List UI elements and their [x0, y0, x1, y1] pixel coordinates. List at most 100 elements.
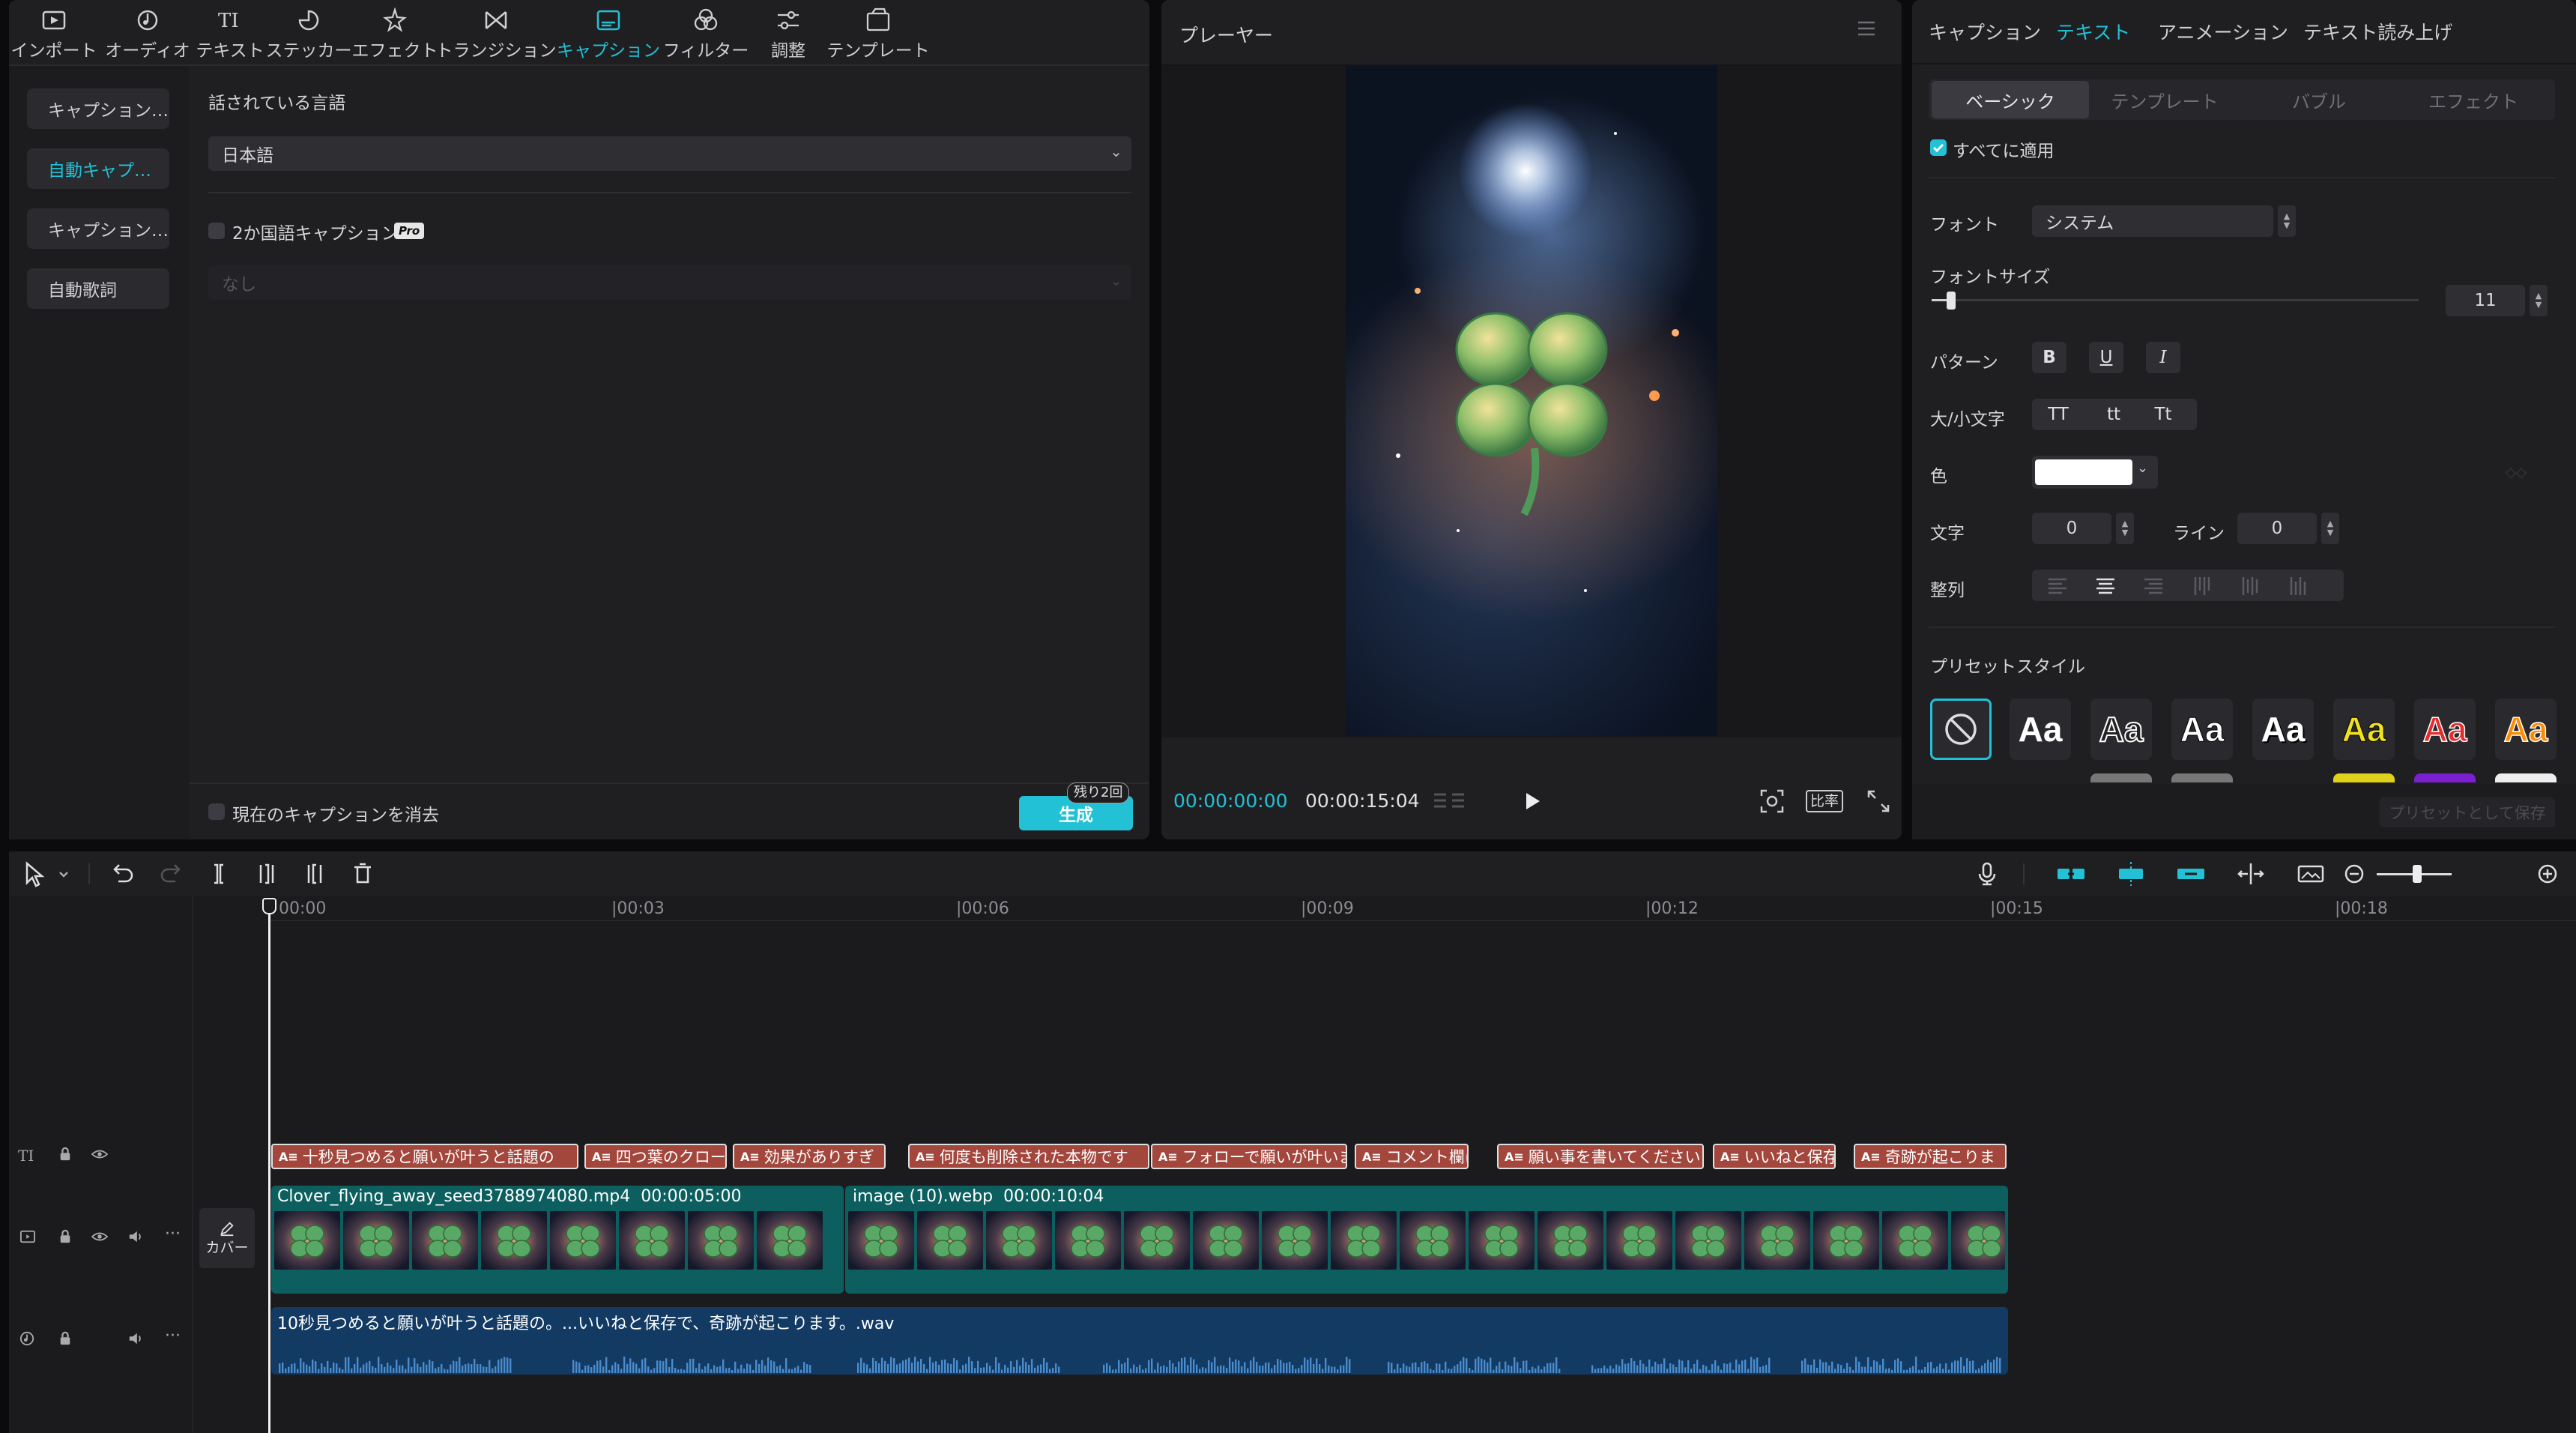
caption-clip[interactable]: A≡ いいねと保存で [1713, 1144, 1836, 1169]
tab-text[interactable]: テキスト [2056, 18, 2130, 45]
tab-text-to-speech[interactable]: テキスト読み上げ [2303, 18, 2452, 45]
toolbar-adjust-label: 調整 [771, 41, 805, 61]
caption-clip[interactable]: A≡ 効果がありすぎ [733, 1144, 886, 1169]
thumbnail-button[interactable] [2294, 856, 2327, 892]
font-size-input[interactable]: 11 [2446, 285, 2525, 316]
underline-button[interactable]: U [2089, 342, 2123, 373]
save-preset-button[interactable]: プリセットとして保存 [2380, 797, 2555, 827]
split-right-button[interactable] [298, 856, 331, 892]
lock-icon[interactable] [58, 1331, 72, 1346]
preset-style-6[interactable]: Aa [2414, 699, 2476, 760]
spoken-language-select[interactable]: 日本語 ⌄ [208, 136, 1131, 171]
lock-icon[interactable] [58, 1229, 72, 1244]
main-track-magnet-button[interactable] [2055, 856, 2087, 892]
toolbar-effect[interactable]: エフェクト [352, 0, 438, 64]
player-menu-icon[interactable] [1857, 19, 1876, 37]
zoom-in-button[interactable] [2534, 856, 2561, 892]
split-button[interactable] [202, 856, 235, 892]
char-spacing-stepper[interactable]: ▲ ▼ [2116, 513, 2134, 544]
visibility-icon[interactable] [91, 1148, 108, 1160]
apply-all-checkbox[interactable] [1930, 139, 1947, 156]
zoom-slider-knob[interactable] [2413, 865, 2422, 883]
clear-caption-checkbox[interactable] [208, 803, 225, 820]
titlecase-button[interactable]: Tt [2137, 399, 2189, 430]
undo-button[interactable] [106, 856, 139, 892]
subtab-template[interactable]: テンプレート [2086, 81, 2243, 118]
caption-clip[interactable]: A≡ 四つ葉のクロー [584, 1144, 727, 1169]
playhead-handle[interactable] [262, 898, 276, 914]
slider-knob[interactable] [1947, 292, 1956, 310]
delete-button[interactable] [346, 856, 379, 892]
submenu-item-auto-caption[interactable]: 自動キャプ… [27, 148, 169, 189]
toolbar-transition[interactable]: トランジション [436, 0, 557, 64]
font-select[interactable]: システム [2032, 205, 2273, 237]
video-preview[interactable] [1346, 66, 1717, 736]
zoom-out-button[interactable] [2341, 856, 2368, 892]
caption-clip[interactable]: A≡ 十秒見つめると願いが叶うと話題の [271, 1144, 578, 1169]
line-spacing-stepper[interactable]: ▲ ▼ [2321, 513, 2339, 544]
toolbar-sticker[interactable]: ステッカー [264, 0, 354, 64]
preset-style-5[interactable]: Aa [2333, 699, 2395, 760]
ratio-button[interactable]: 比率 [1806, 790, 1844, 812]
preset-style-1[interactable]: Aa [2010, 699, 2071, 760]
submenu-item-caption-2[interactable]: キャプション… [27, 208, 169, 249]
char-spacing-input[interactable]: 0 [2032, 513, 2111, 544]
zoom-slider[interactable] [2377, 865, 2452, 883]
toolbar-text[interactable]: TI テキスト [196, 0, 264, 64]
preset-none[interactable] [1930, 699, 1992, 760]
preview-axis-button[interactable] [2234, 856, 2267, 892]
playhead[interactable] [268, 899, 270, 1433]
subtab-effect[interactable]: エフェクト [2395, 81, 2552, 118]
tab-animation[interactable]: アニメーション [2158, 18, 2288, 45]
split-left-button[interactable] [250, 856, 283, 892]
toolbar-import[interactable]: インポート [9, 0, 99, 64]
caption-clip[interactable]: A≡ 奇跡が起こりま [1854, 1144, 2007, 1169]
toolbar-filter[interactable]: フィルター [661, 0, 751, 64]
preset-style-4[interactable]: Aa [2252, 699, 2314, 760]
align-vertical-top-icon [2194, 577, 2210, 595]
visibility-icon[interactable] [91, 1231, 108, 1243]
cover-button[interactable]: カバー [199, 1208, 255, 1268]
snap-button[interactable] [2114, 856, 2147, 892]
line-spacing-input[interactable]: 0 [2237, 513, 2317, 544]
record-voice-button[interactable] [1971, 856, 2004, 892]
submenu-item-auto-lyrics[interactable]: 自動歌詞 [27, 268, 169, 309]
fullscreen-button[interactable] [1866, 788, 1891, 814]
lock-icon[interactable] [58, 1147, 72, 1162]
color-picker[interactable]: ⌄ [2032, 456, 2158, 489]
font-size-stepper[interactable]: ▲ ▼ [2530, 285, 2548, 316]
preset-style-7[interactable]: Aa [2495, 699, 2557, 760]
toolbar-caption[interactable]: キャプション [556, 0, 661, 64]
toolbar-template[interactable]: テンプレート [826, 0, 931, 64]
tab-caption[interactable]: キャプション [1929, 18, 2041, 45]
audio-clip[interactable]: 10秒見つめると願いが叶うと話題の。...いいねと保存で、奇跡が起こります。.w… [271, 1307, 2008, 1375]
bilingual-caption-checkbox[interactable] [208, 223, 225, 239]
toolbar-adjust[interactable]: 調整 [751, 0, 826, 64]
submenu-item-caption-1[interactable]: キャプション… [27, 88, 169, 129]
select-tool-button[interactable] [21, 856, 73, 892]
font-select-arrows[interactable]: ▲ ▼ [2278, 205, 2296, 237]
toolbar-audio[interactable]: オーディオ [99, 0, 196, 64]
timecode-grid-icon[interactable] [1433, 790, 1466, 814]
link-button[interactable] [2174, 856, 2207, 892]
volume-icon[interactable] [127, 1331, 144, 1346]
more-icon[interactable]: ··· [165, 1225, 181, 1243]
more-icon[interactable]: ··· [165, 1327, 181, 1345]
caption-clip[interactable]: A≡ 何度も削除された本物です [908, 1144, 1149, 1169]
chevron-down-icon: ⌄ [1110, 271, 1122, 289]
uppercase-button[interactable]: TT [2032, 399, 2084, 430]
subtab-bubble[interactable]: バブル [2240, 81, 2398, 118]
caption-clip[interactable]: A≡ フォローで願いが叶いま [1151, 1144, 1347, 1169]
subtab-basic[interactable]: ベーシック [1932, 81, 2089, 118]
preset-style-3[interactable]: Aa [2171, 699, 2233, 760]
caption-clip[interactable]: A≡ 願い事を書いてください [1497, 1144, 1704, 1169]
lowercase-button[interactable]: tt [2087, 399, 2140, 430]
play-button[interactable] [1521, 790, 1544, 812]
volume-icon[interactable] [127, 1229, 144, 1244]
font-size-slider[interactable] [1932, 289, 2419, 312]
bold-button[interactable]: B [2032, 342, 2066, 373]
snapshot-button[interactable] [1759, 788, 1785, 814]
preset-style-2[interactable]: Aa [2090, 699, 2152, 760]
caption-clip[interactable]: A≡コメント欄に [1355, 1144, 1469, 1169]
italic-button[interactable]: I [2146, 342, 2180, 373]
